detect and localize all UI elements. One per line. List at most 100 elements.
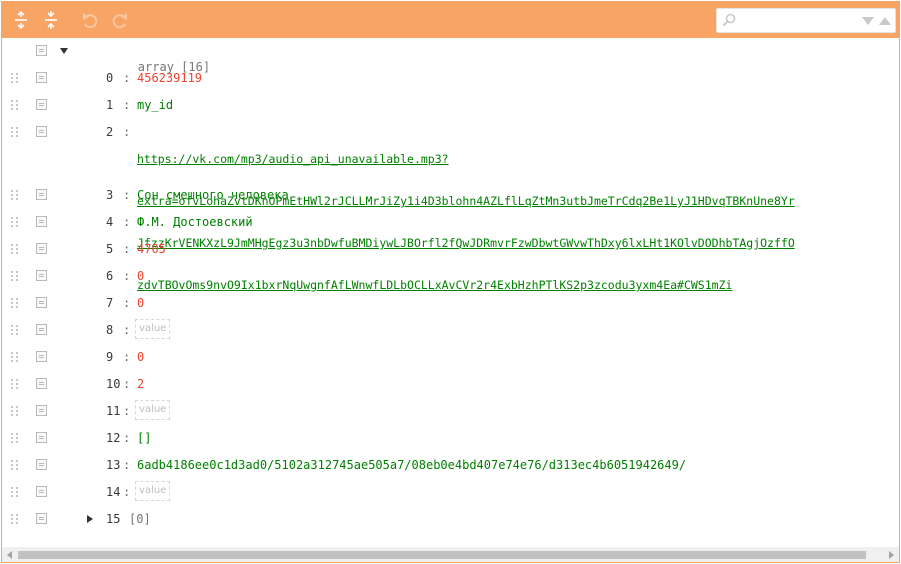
collapse-all-icon xyxy=(45,11,57,29)
row-value[interactable]: 0 xyxy=(137,349,144,365)
expand-triangle-icon[interactable] xyxy=(85,514,95,524)
colon-separator: : xyxy=(123,188,131,202)
tree-row-collapsed: 15 [0] xyxy=(2,506,899,533)
context-menu-button[interactable] xyxy=(36,297,47,308)
drag-handle-icon[interactable] xyxy=(11,298,19,310)
collapse-triangle-icon[interactable] xyxy=(59,46,69,56)
row-value[interactable]: 0 xyxy=(137,295,144,311)
drag-handle-icon[interactable] xyxy=(11,379,19,391)
tree-row: 9 : 0 xyxy=(2,344,899,371)
row-index: 12 xyxy=(106,431,121,445)
row-value[interactable]: 0 xyxy=(137,268,144,284)
row-value[interactable]: Ф.М. Достоевский xyxy=(137,214,253,230)
horizontal-scrollbar[interactable] xyxy=(2,547,899,562)
drag-handle-icon[interactable] xyxy=(11,244,19,256)
context-menu-button[interactable] xyxy=(36,486,47,497)
context-menu-button[interactable] xyxy=(36,243,47,254)
row-value[interactable]: my_id xyxy=(137,97,173,113)
colon-separator: : xyxy=(123,71,131,85)
context-menu-button[interactable] xyxy=(36,513,47,524)
tree-row: 0 : 456239119 xyxy=(2,65,899,92)
tree-row: 10 : 2 xyxy=(2,371,899,398)
search-icon xyxy=(722,13,736,27)
context-menu-button[interactable] xyxy=(36,324,47,335)
tree-row: 1 : my_id xyxy=(2,92,899,119)
tree-row-root: array [16] xyxy=(2,38,899,74)
context-menu-button[interactable] xyxy=(36,351,47,362)
row-value[interactable]: 6adb4186ee0c1d3ad0/5102a312745ae505a7/08… xyxy=(137,457,686,473)
redo-button[interactable] xyxy=(108,8,132,32)
row-index: 0 xyxy=(106,71,114,85)
row-value[interactable]: 456239119 xyxy=(137,70,202,86)
row-value[interactable]: [] xyxy=(137,430,151,446)
context-menu-button[interactable] xyxy=(36,270,47,281)
drag-handle-icon[interactable] xyxy=(11,406,19,418)
tree-row: 6 : 0 xyxy=(2,263,899,290)
array-count: [0] xyxy=(129,512,151,526)
drag-handle-icon[interactable] xyxy=(11,352,19,364)
tree-row: 5 : 4705 xyxy=(2,236,899,263)
colon-separator: : xyxy=(123,323,131,337)
drag-handle-icon[interactable] xyxy=(11,127,19,139)
context-menu-button[interactable] xyxy=(36,72,47,83)
undo-button[interactable] xyxy=(78,8,102,32)
colon-separator: : xyxy=(123,458,131,472)
search-next-icon[interactable] xyxy=(862,16,874,26)
scrollbar-thumb[interactable] xyxy=(18,551,866,559)
expand-all-button[interactable] xyxy=(9,8,33,32)
row-index: 4 xyxy=(106,215,114,229)
drag-handle-icon[interactable] xyxy=(11,514,19,526)
tree-row: 12 : [] xyxy=(2,425,899,452)
search-previous-icon[interactable] xyxy=(879,16,891,26)
undo-icon xyxy=(83,13,98,29)
empty-value-placeholder[interactable]: value xyxy=(135,319,171,339)
row-index: 9 xyxy=(106,350,114,364)
empty-value-placeholder[interactable]: value xyxy=(135,481,171,501)
expand-all-icon xyxy=(15,11,27,29)
row-value[interactable]: Сон смешного человека xyxy=(137,187,289,203)
row-value[interactable]: 4705 xyxy=(137,241,166,257)
context-menu-button[interactable] xyxy=(36,459,47,470)
colon-separator: : xyxy=(123,98,131,112)
context-menu-button[interactable] xyxy=(36,378,47,389)
row-index: 7 xyxy=(106,296,114,310)
context-menu-button[interactable] xyxy=(36,99,47,110)
url-line[interactable]: https://vk.com/mp3/audio_api_unavailable… xyxy=(137,152,795,166)
drag-handle-icon[interactable] xyxy=(11,325,19,337)
tree-row: 13 : 6adb4186ee0c1d3ad0/5102a312745ae505… xyxy=(2,452,899,479)
search-box xyxy=(716,8,896,33)
colon-separator: : xyxy=(123,431,131,445)
context-menu-button[interactable] xyxy=(36,405,47,416)
context-menu-button[interactable] xyxy=(36,432,47,443)
row-value[interactable]: 2 xyxy=(137,376,144,392)
scroll-right-icon[interactable] xyxy=(886,550,896,560)
scroll-left-icon[interactable] xyxy=(5,550,15,560)
context-menu-button[interactable] xyxy=(36,126,47,137)
collapse-all-button[interactable] xyxy=(39,8,63,32)
search-input[interactable] xyxy=(739,11,857,30)
colon-separator: : xyxy=(123,350,131,364)
row-index: 8 xyxy=(106,323,114,337)
toolbar xyxy=(2,2,899,38)
drag-handle-icon[interactable] xyxy=(11,487,19,499)
colon-separator: : xyxy=(123,125,131,139)
tree-row: 8 : value xyxy=(2,317,899,344)
drag-handle-icon[interactable] xyxy=(11,217,19,229)
row-index: 3 xyxy=(106,188,114,202)
drag-handle-icon[interactable] xyxy=(11,190,19,202)
drag-handle-icon[interactable] xyxy=(11,271,19,283)
drag-handle-icon[interactable] xyxy=(11,73,19,85)
row-index: 10 xyxy=(106,377,121,391)
drag-handle-icon[interactable] xyxy=(11,433,19,445)
context-menu-button[interactable] xyxy=(36,189,47,200)
drag-handle-icon[interactable] xyxy=(11,100,19,112)
tree-row: 4 : Ф.М. Достоевский xyxy=(2,209,899,236)
context-menu-button[interactable] xyxy=(36,216,47,227)
drag-handle-icon[interactable] xyxy=(11,460,19,472)
row-index: 1 xyxy=(106,98,114,112)
row-index: 13 xyxy=(106,458,121,472)
context-menu-button[interactable] xyxy=(36,45,47,56)
empty-value-placeholder[interactable]: value xyxy=(135,400,171,420)
redo-icon xyxy=(112,13,127,29)
colon-separator: : xyxy=(123,485,131,499)
